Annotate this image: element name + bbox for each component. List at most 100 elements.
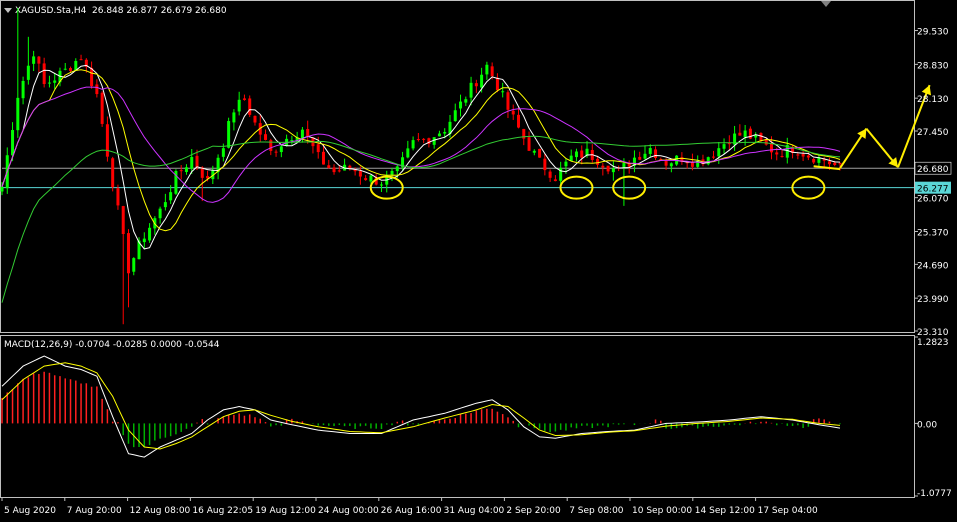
candle-body[interactable]: [611, 168, 615, 173]
candle-body[interactable]: [443, 132, 447, 134]
candle-body[interactable]: [712, 156, 716, 158]
candle-body[interactable]: [416, 139, 420, 141]
candle-body[interactable]: [722, 144, 726, 149]
candle-body[interactable]: [132, 258, 136, 272]
candle-body[interactable]: [379, 184, 383, 186]
candle-body[interactable]: [769, 143, 773, 153]
candle-body[interactable]: [79, 59, 83, 61]
candle-body[interactable]: [543, 158, 547, 171]
candle-body[interactable]: [532, 150, 536, 153]
candle-body[interactable]: [53, 80, 57, 83]
candle-body[interactable]: [63, 68, 67, 70]
chart-window[interactable]: XAGUSD.Sta,H4 26.848 26.877 26.679 26.68…: [0, 0, 957, 518]
candle-body[interactable]: [474, 83, 478, 87]
candle-body[interactable]: [459, 101, 463, 109]
candle-body[interactable]: [327, 165, 331, 168]
candle-body[interactable]: [116, 188, 120, 206]
candle-body[interactable]: [553, 179, 557, 182]
candle-body[interactable]: [564, 161, 568, 167]
candle-body[interactable]: [596, 158, 600, 165]
candle-body[interactable]: [364, 178, 368, 181]
candle-body[interactable]: [638, 156, 642, 160]
candle-body[interactable]: [422, 138, 426, 140]
candle-body[interactable]: [237, 99, 241, 112]
candle-body[interactable]: [100, 92, 104, 124]
candle-body[interactable]: [121, 206, 125, 235]
candle-body[interactable]: [395, 166, 399, 172]
candle-body[interactable]: [227, 121, 231, 148]
candle-body[interactable]: [501, 91, 505, 93]
candle-body[interactable]: [32, 56, 36, 64]
candle-body[interactable]: [390, 170, 394, 175]
candle-body[interactable]: [827, 161, 831, 165]
candle-body[interactable]: [69, 68, 73, 71]
candle-body[interactable]: [606, 165, 610, 172]
candle-body[interactable]: [290, 139, 294, 141]
candle-body[interactable]: [184, 167, 188, 172]
candle-body[interactable]: [796, 154, 800, 156]
candle-body[interactable]: [264, 134, 268, 140]
candle-body[interactable]: [580, 150, 584, 158]
candle-body[interactable]: [37, 56, 41, 64]
candle-body[interactable]: [490, 66, 494, 77]
candle-body[interactable]: [648, 148, 652, 154]
candle-body[interactable]: [574, 151, 578, 158]
candle-body[interactable]: [717, 148, 721, 157]
candle-body[interactable]: [780, 156, 784, 158]
candle-body[interactable]: [169, 192, 173, 201]
candle-body[interactable]: [321, 151, 325, 165]
candle-body[interactable]: [453, 110, 457, 122]
candle-body[interactable]: [506, 92, 510, 110]
candle-body[interactable]: [158, 208, 162, 219]
candle-body[interactable]: [801, 153, 805, 157]
candle-body[interactable]: [190, 157, 194, 169]
candle-body[interactable]: [775, 152, 779, 155]
candle-body[interactable]: [95, 84, 99, 95]
candle-body[interactable]: [538, 148, 542, 158]
price-chart-svg[interactable]: XAGUSD.Sta,H4 26.848 26.877 26.679 26.68…: [0, 0, 957, 518]
candle-body[interactable]: [480, 74, 484, 88]
candle-body[interactable]: [306, 128, 310, 137]
candle-body[interactable]: [806, 155, 810, 158]
candle-body[interactable]: [664, 160, 668, 166]
candle-body[interactable]: [16, 97, 20, 131]
candle-body[interactable]: [622, 163, 626, 168]
candle-body[interactable]: [654, 149, 658, 159]
candle-body[interactable]: [706, 157, 710, 165]
candle-body[interactable]: [195, 155, 199, 168]
candle-body[interactable]: [148, 227, 152, 241]
candle-body[interactable]: [126, 233, 130, 274]
candle-body[interactable]: [669, 163, 673, 167]
candle-body[interactable]: [248, 98, 252, 115]
candle-body[interactable]: [163, 202, 167, 208]
candle-body[interactable]: [47, 82, 51, 84]
candle-body[interactable]: [511, 110, 515, 115]
candle-body[interactable]: [0, 186, 4, 192]
candle-body[interactable]: [316, 144, 320, 153]
candle-body[interactable]: [221, 148, 225, 157]
candle-body[interactable]: [179, 170, 183, 172]
candle-body[interactable]: [358, 171, 362, 177]
candle-body[interactable]: [601, 165, 605, 168]
candle-body[interactable]: [253, 115, 257, 123]
candle-body[interactable]: [142, 238, 146, 243]
candle-body[interactable]: [90, 67, 94, 87]
candle-body[interactable]: [517, 114, 521, 128]
candle-body[interactable]: [274, 151, 278, 153]
candle-body[interactable]: [279, 146, 283, 153]
candle-body[interactable]: [527, 137, 531, 151]
candle-body[interactable]: [727, 143, 731, 145]
candle-body[interactable]: [495, 77, 499, 91]
candle-body[interactable]: [369, 175, 373, 182]
candle-body[interactable]: [242, 98, 246, 100]
candle-body[interactable]: [437, 133, 441, 137]
candle-body[interactable]: [232, 112, 236, 123]
candle-body[interactable]: [833, 162, 837, 165]
candle-body[interactable]: [738, 132, 742, 136]
candle-body[interactable]: [485, 64, 489, 75]
candle-body[interactable]: [743, 130, 747, 138]
candle-body[interactable]: [406, 148, 410, 158]
candle-body[interactable]: [11, 130, 15, 156]
candle-body[interactable]: [643, 153, 647, 159]
candle-body[interactable]: [105, 124, 109, 157]
